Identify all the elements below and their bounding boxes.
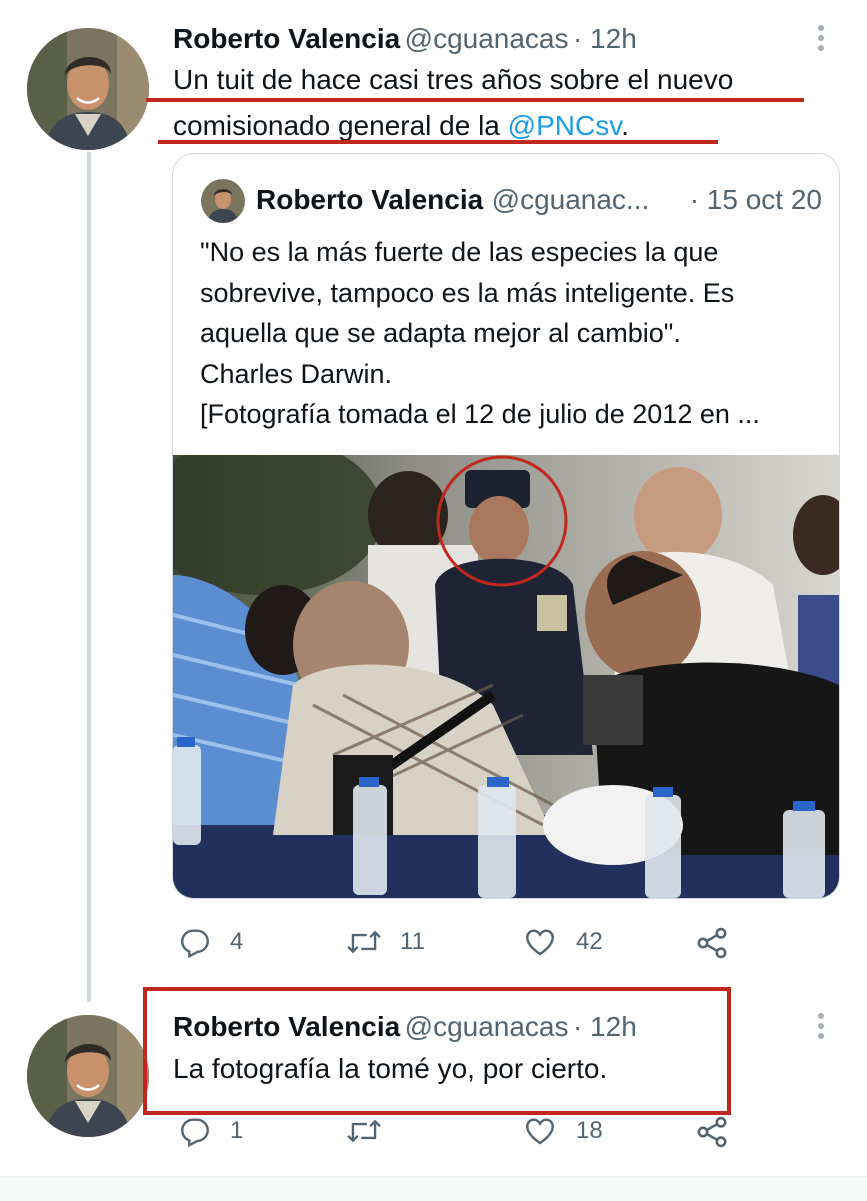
quoted-text-line: aquella que se adapta mejor al cambio". [200,318,681,348]
quoted-tweet-date: · 15 oct 20 [689,184,822,215]
author-handle[interactable]: @cguanacas [405,23,569,54]
tweet-header: Roberto Valencia @cguanacas · 12h [173,23,637,55]
author-handle[interactable]: @cguanacas [405,1011,569,1042]
more-options-button[interactable] [808,1010,834,1049]
tweet-time[interactable]: · 12h [573,23,637,54]
author-name[interactable]: Roberto Valencia [173,23,400,54]
tweet-text-line-1: Un tuit de hace casi tres años sobre el … [173,64,734,95]
quoted-author-handle: @cguanac... [491,184,650,215]
like-button[interactable]: 18 [522,1114,603,1148]
tweet-text-segment: comisionado general de la [173,110,508,141]
quoted-text-line: [Fotografía tomada el 12 de julio de 201… [200,399,760,429]
tweet-text: Un tuit de hace casi tres años sobre el … [173,60,833,146]
like-count: 18 [576,1117,603,1144]
reply-button[interactable]: 1 [178,1114,243,1148]
avatar[interactable] [27,28,149,150]
reply-icon [181,1118,209,1148]
more-vertical-icon [818,1013,824,1039]
retweet-button[interactable] [346,1114,400,1148]
share-button[interactable] [694,1114,730,1150]
quoted-avatar[interactable] [201,179,245,223]
reply-count: 1 [230,1117,244,1144]
quoted-text-line: sobrevive, tampoco es la más inteligente… [200,277,735,308]
quoted-text-line: "No es la más fuerte de las especies la … [200,237,719,267]
annotation-underline-1 [146,98,804,102]
tweet-time[interactable]: · 12h [573,1011,637,1042]
tweet-text: La fotografía la tomé yo, por cierto. [173,1053,608,1084]
like-icon [526,1118,554,1145]
share-icon [697,927,727,959]
more-vertical-icon [818,25,824,51]
like-button[interactable]: 42 [522,925,603,959]
annotation-underline-2 [158,140,718,144]
quoted-tweet-photo[interactable] [173,435,839,898]
retweet-icon [347,1119,381,1143]
like-icon [526,929,554,956]
avatar[interactable] [27,1015,149,1137]
quoted-text-line: Charles Darwin. [200,358,393,389]
retweet-count: 11 [400,928,425,955]
reply-button[interactable]: 4 [178,925,243,959]
quoted-header: Roberto Valencia @cguanac... · 15 oct 20 [256,184,826,216]
retweet-button[interactable]: 11 [346,925,425,959]
share-icon [697,1116,727,1148]
more-options-button[interactable] [808,22,834,61]
quoted-author-name: Roberto Valencia [256,184,484,215]
share-button[interactable] [694,925,730,961]
mention-link[interactable]: @PNCsv [508,110,621,141]
reply-count: 4 [230,928,244,955]
retweet-icon [347,930,381,954]
bottom-divider [0,1176,867,1201]
tweet-text-segment: . [621,110,629,141]
reply-icon [181,929,209,959]
quoted-tweet-card[interactable]: Roberto Valencia @cguanac... · 15 oct 20… [172,153,840,899]
tweet-header: Roberto Valencia @cguanacas · 12h [173,1011,637,1043]
quoted-tweet-text: "No es la más fuerte de las especies la … [200,232,820,435]
author-name[interactable]: Roberto Valencia [173,1011,400,1042]
like-count: 42 [576,928,603,955]
thread-connector-line [87,152,91,1002]
